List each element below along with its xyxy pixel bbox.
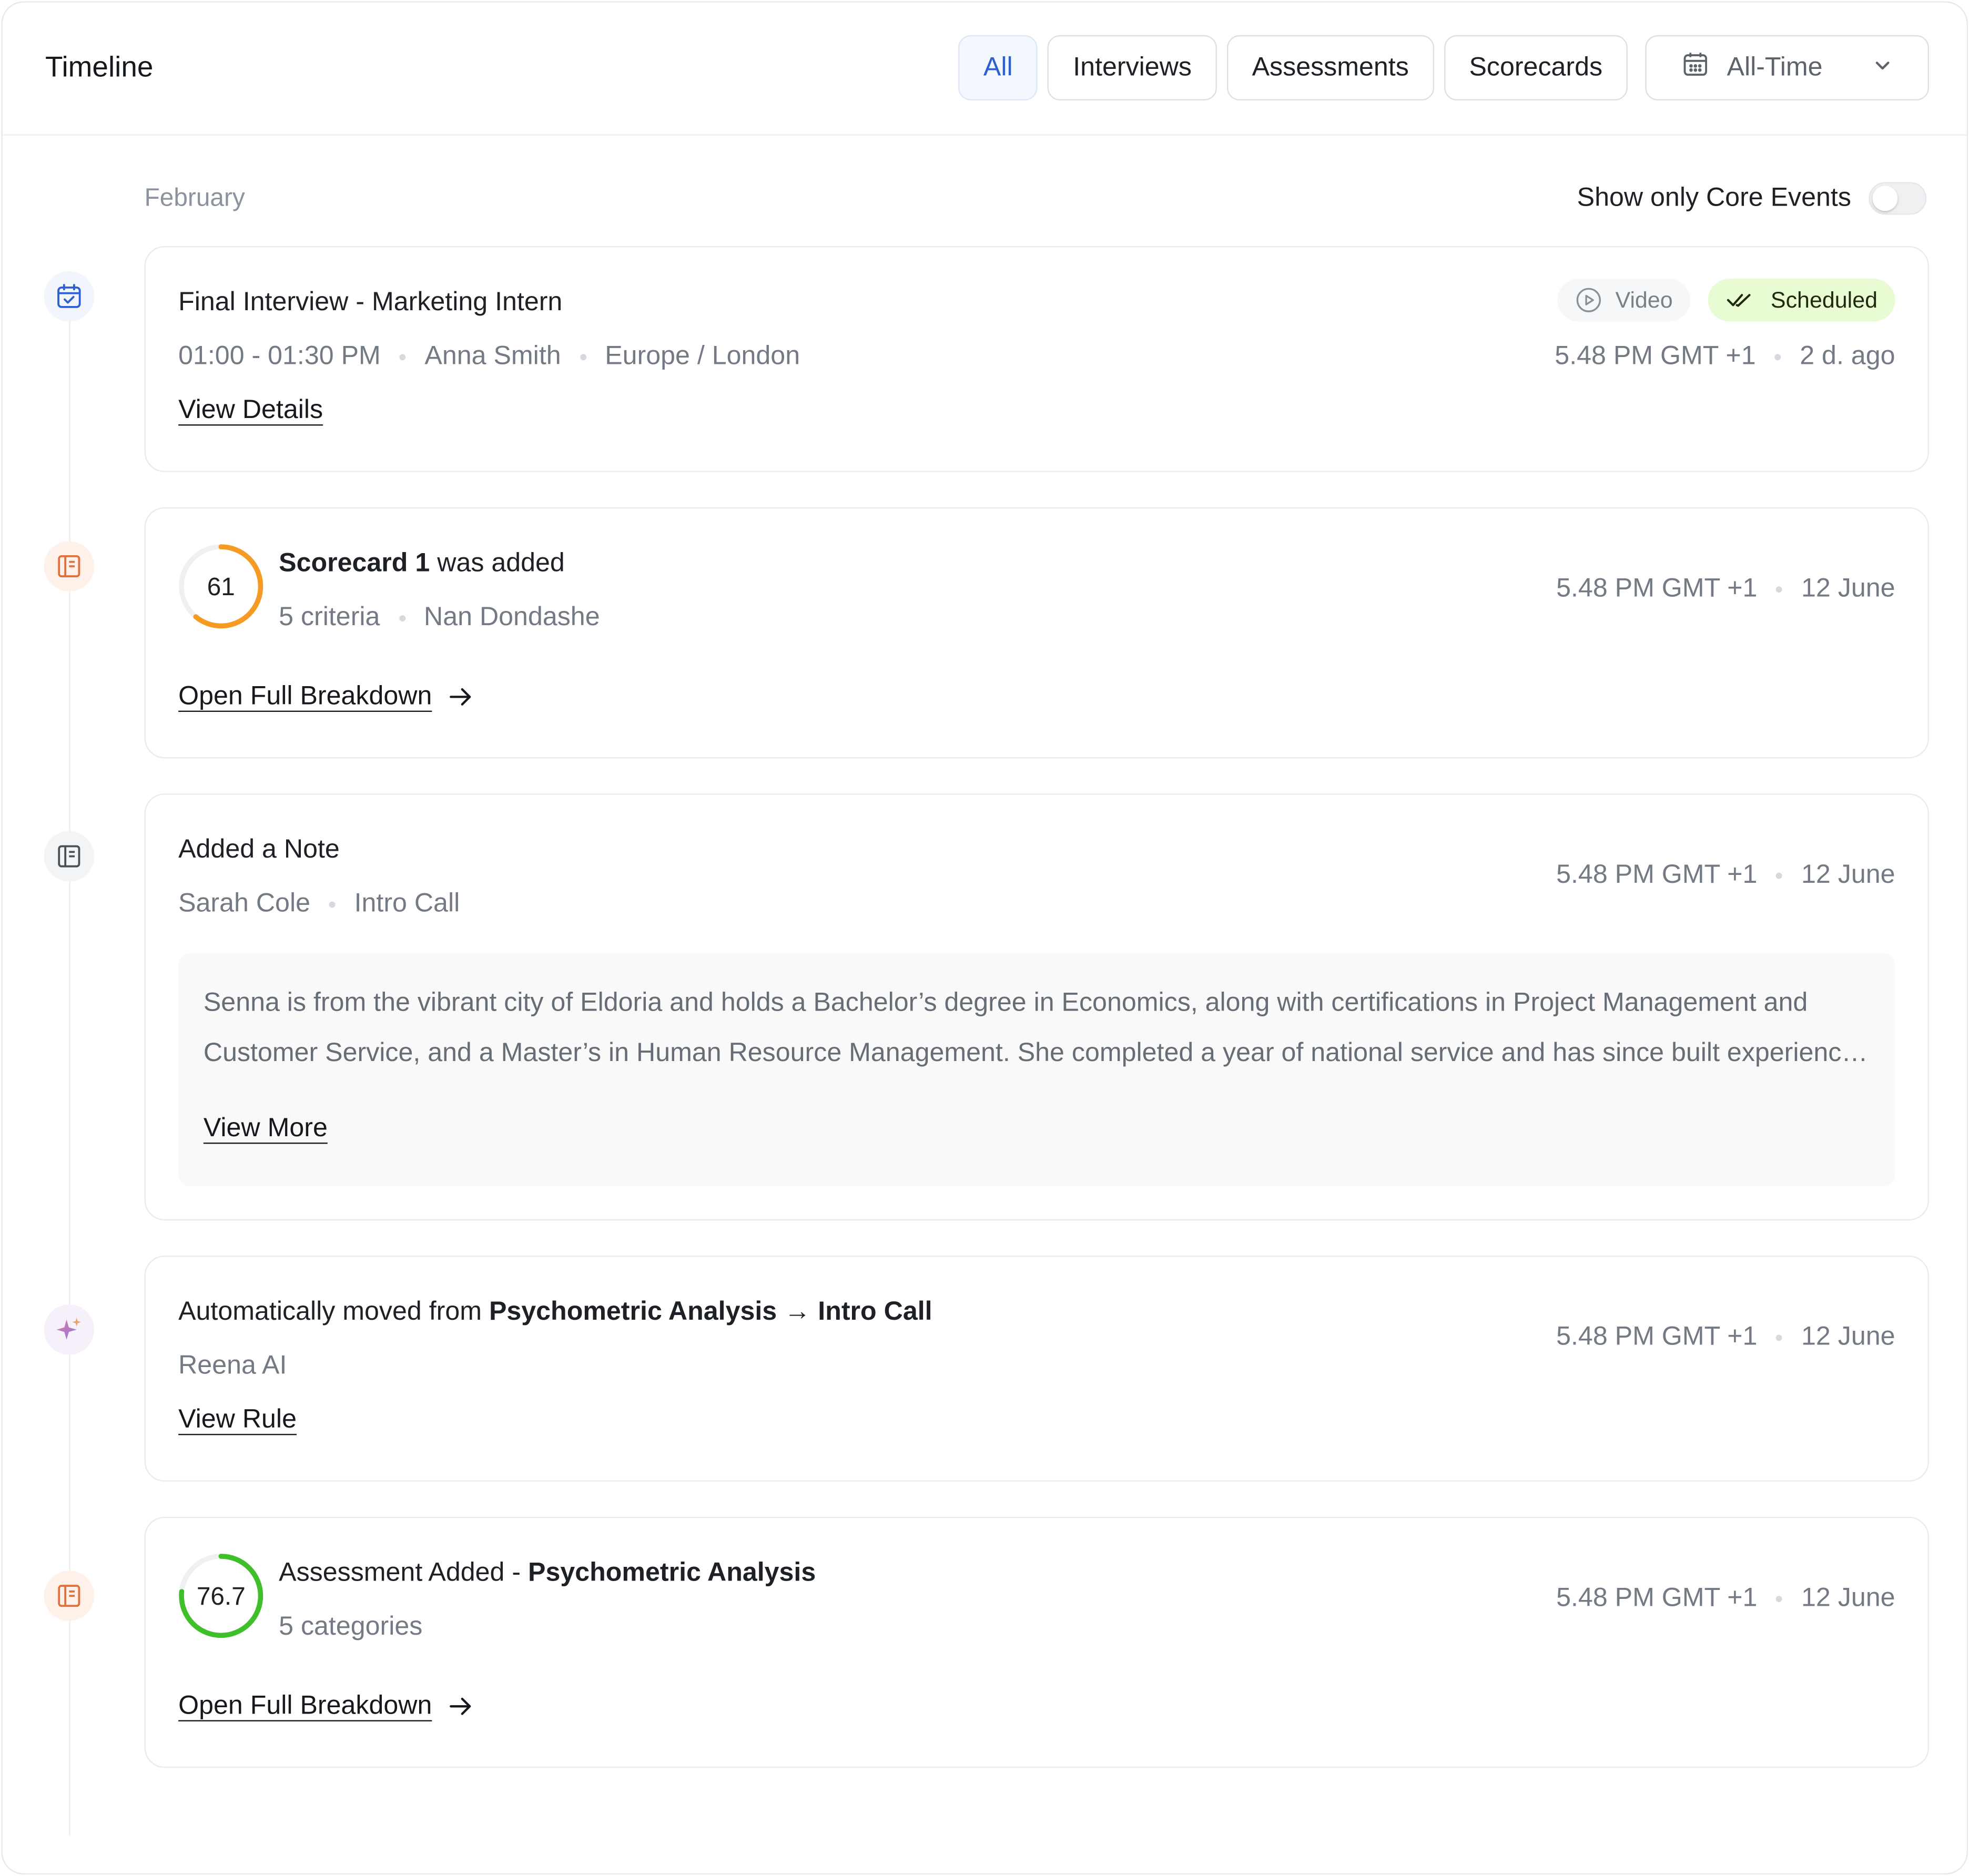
separator-dot [1776, 872, 1783, 879]
note-event-card: Added a Note Sarah Cole Intro Call 5.48 … [144, 793, 1929, 1221]
timeline-header: Timeline All Interviews Assessments Scor… [2, 3, 1967, 136]
arrow-right-icon [450, 688, 471, 706]
month-label: February [144, 185, 245, 212]
filter-scorecards-button[interactable]: Scorecards [1444, 35, 1628, 101]
toggle-knob [1872, 186, 1898, 211]
view-details-link[interactable]: View Details [178, 395, 323, 425]
core-events-label: Show only Core Events [1577, 183, 1851, 212]
event-title: Automatically moved from Psychometric An… [178, 1297, 932, 1327]
filter-bar: All Interviews Assessments Scorecards Al… [958, 35, 1929, 101]
scorecard-event-card: 61 Scorecard 1 was added 5 criteria Nan … [144, 507, 1929, 759]
event-title-suffix: was added [430, 548, 565, 578]
event-person: Sarah Cole [178, 889, 310, 918]
video-badge: Video [1557, 279, 1691, 322]
event-title: Final Interview - Marketing Intern [178, 287, 563, 317]
scheduled-badge: Scheduled [1708, 279, 1895, 322]
assessment-score-ring: 76.7 [179, 1554, 263, 1638]
to-stage: Intro Call [818, 1297, 932, 1326]
arrow-right-icon: → [784, 1297, 811, 1326]
open-full-breakdown-link[interactable]: Open Full Breakdown [178, 682, 474, 712]
interview-event-card: Final Interview - Marketing Intern 01:00… [144, 246, 1929, 472]
categories-count: 5 categories [279, 1612, 423, 1642]
scorecard-name: Scorecard 1 [279, 548, 430, 578]
event-actor: Reena AI [178, 1351, 287, 1380]
video-badge-label: Video [1615, 287, 1673, 312]
title-prefix: Automatically moved from [178, 1297, 489, 1326]
event-details: 01:00 - 01:30 PM Anna Smith Europe / Lon… [178, 342, 800, 372]
separator-dot [399, 614, 405, 621]
event-meta-time: 5.48 PM GMT +1 [1556, 860, 1758, 889]
date-range-dropdown[interactable]: All-Time [1645, 35, 1929, 101]
event-timezone: Europe / London [605, 341, 800, 371]
from-stage: Psychometric Analysis [489, 1297, 777, 1326]
event-meta-date: 12 June [1801, 574, 1895, 603]
scheduled-badge-label: Scheduled [1770, 287, 1878, 312]
date-range-label: All-Time [1727, 53, 1823, 82]
event-title: Assessment Added - Psychometric Analysis [279, 1558, 816, 1588]
event-meta-date: 12 June [1801, 1583, 1895, 1613]
play-circle-icon [1577, 288, 1601, 312]
assessment-name: Psychometric Analysis [528, 1558, 816, 1587]
note-body: Senna is from the vibrant city of Eldori… [178, 953, 1895, 1187]
score-value: 61 [207, 573, 235, 601]
sparkle-icon [44, 1304, 95, 1355]
page-title: Timeline [45, 50, 154, 83]
event-meta-date: 12 June [1801, 1322, 1895, 1351]
event-meta-date: 12 June [1801, 860, 1895, 889]
link-label: Open Full Breakdown [178, 681, 432, 711]
separator-dot [580, 353, 586, 360]
open-full-breakdown-link[interactable]: Open Full Breakdown [178, 1691, 474, 1721]
event-meta-time: 5.48 PM GMT +1 [1556, 1322, 1758, 1351]
separator-dot [1774, 353, 1781, 360]
link-label: Open Full Breakdown [178, 1691, 432, 1720]
separator-dot [1776, 1595, 1783, 1602]
calendar-check-icon [44, 271, 95, 322]
event-person: Anna Smith [424, 341, 561, 371]
view-more-link[interactable]: View More [204, 1114, 328, 1144]
separator-dot [399, 353, 406, 360]
chevron-down-icon [1873, 53, 1893, 83]
separator-dot [329, 901, 336, 908]
filter-assessments-button[interactable]: Assessments [1226, 35, 1434, 101]
event-meta-time: 5.48 PM GMT +1 [1556, 574, 1758, 603]
event-stage: Intro Call [354, 889, 460, 918]
filter-interviews-button[interactable]: Interviews [1048, 35, 1217, 101]
automation-event-card: Automatically moved from Psychometric An… [144, 1256, 1929, 1482]
event-details: Sarah Cole Intro Call [178, 889, 460, 919]
note-text: Senna is from the vibrant city of Eldori… [203, 988, 1856, 1067]
event-title: Added a Note [178, 835, 340, 864]
criteria-count: 5 criteria [279, 603, 380, 632]
scorecard-score-ring: 61 [179, 544, 263, 629]
event-meta-date: 2 d. ago [1800, 341, 1895, 371]
event-badges: Video Scheduled [1557, 279, 1895, 322]
arrow-right-icon [450, 1697, 471, 1715]
event-meta: 5.48 PM GMT +1 12 June [1556, 1583, 1895, 1613]
event-time: 01:00 - 01:30 PM [178, 341, 381, 371]
event-details: 5 criteria Nan Dondashe [279, 603, 600, 633]
assessment-event-card: 76.7 Assessment Added - Psychometric Ana… [144, 1516, 1929, 1768]
event-meta: 5.48 PM GMT +1 12 June [1556, 860, 1895, 890]
event-person: Nan Dondashe [424, 603, 600, 632]
scorecard-icon [44, 541, 95, 592]
core-events-toggle[interactable] [1869, 182, 1927, 215]
calendar-icon [1682, 50, 1710, 86]
core-events-toggle-row: Show only Core Events [1577, 182, 1927, 215]
note-icon [44, 831, 95, 882]
separator-dot [1776, 1334, 1783, 1341]
event-meta-time: 5.48 PM GMT +1 [1555, 341, 1756, 371]
timeline-panel: Timeline All Interviews Assessments Scor… [1, 1, 1968, 1875]
event-meta-time: 5.48 PM GMT +1 [1556, 1583, 1758, 1613]
event-meta: 5.48 PM GMT +1 12 June [1556, 1322, 1895, 1352]
event-meta: 5.48 PM GMT +1 12 June [1556, 574, 1895, 604]
filter-all-button[interactable]: All [958, 35, 1038, 101]
score-value: 76.7 [197, 1583, 246, 1610]
separator-dot [1776, 586, 1783, 592]
event-meta: 5.48 PM GMT +1 2 d. ago [1555, 342, 1895, 372]
view-rule-link[interactable]: View Rule [178, 1405, 297, 1435]
double-check-icon [1727, 294, 1751, 307]
assessment-icon [44, 1571, 95, 1621]
title-prefix: Assessment Added - [279, 1558, 529, 1587]
event-title: Scorecard 1 was added [279, 549, 565, 579]
